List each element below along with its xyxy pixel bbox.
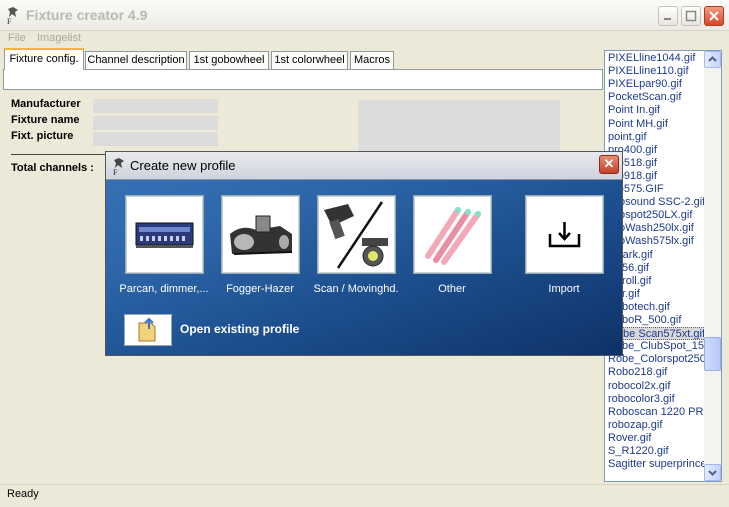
profile-button-fogger[interactable] [221, 195, 300, 274]
import-icon [548, 222, 581, 248]
picture-preview [358, 100, 560, 152]
menu-bar [0, 30, 729, 47]
fixt-picture-field[interactable] [93, 132, 218, 146]
list-item[interactable]: Robo218.gif [608, 366, 706, 379]
close-icon [709, 11, 719, 21]
manufacturer-field[interactable] [93, 99, 218, 113]
dialog-title: Create new profile [130, 158, 236, 173]
profile-button-import[interactable] [525, 195, 604, 274]
list-item[interactable]: point.gif [608, 131, 706, 144]
close-icon: ✕ [603, 156, 615, 171]
scroll-down-button[interactable] [704, 464, 721, 481]
profile-label-other: Other [438, 283, 466, 295]
create-profile-dialog: F Create new profile ✕ Parcan, dimmer,..… [105, 151, 623, 356]
status-bar [0, 484, 729, 507]
scrollbar[interactable] [704, 51, 721, 481]
list-item[interactable]: PIXELline110.gif [608, 65, 706, 78]
tab-channel-description[interactable]: Channel description [85, 51, 187, 69]
minimize-button[interactable] [658, 6, 678, 26]
profile-label-parcan: Parcan, dimmer,... [119, 283, 209, 295]
list-item[interactable]: robocolor3.gif [608, 393, 706, 406]
maximize-icon [685, 10, 697, 22]
minimize-icon [664, 18, 671, 20]
profile-button-other[interactable] [413, 195, 492, 274]
divider [11, 154, 106, 155]
list-item[interactable]: Point MH.gif [608, 118, 706, 131]
tab-fixture-config[interactable]: Fixture config. [4, 48, 84, 70]
scroll-up-button[interactable] [704, 51, 721, 68]
profile-label-fogger: Fogger-Hazer [226, 283, 294, 295]
scroll-thumb[interactable] [704, 337, 721, 371]
tab-gobowheel[interactable]: 1st gobowheel [189, 51, 269, 69]
open-folder-icon [138, 317, 156, 342]
list-item[interactable]: robozap.gif [608, 419, 706, 432]
window-title: Fixture creator 4.9 [26, 7, 148, 23]
dimmer-pack-icon [135, 222, 194, 248]
svg-text:F: F [113, 168, 118, 176]
chevron-down-icon [708, 470, 717, 476]
led-tubes-icon [425, 207, 481, 265]
tab-colorwheel[interactable]: 1st colorwheel [271, 51, 348, 69]
profile-button-parcan[interactable] [125, 195, 204, 274]
profile-label-import: Import [548, 283, 580, 295]
chevron-up-icon [708, 56, 717, 62]
list-item[interactable]: Sagitter superprince. [608, 458, 706, 471]
list-item[interactable]: PocketScan.gif [608, 91, 706, 104]
close-button[interactable] [704, 6, 724, 26]
profile-button-scan[interactable] [317, 195, 396, 274]
list-item[interactable]: robocol2x.gif [608, 380, 706, 393]
list-item[interactable]: Point In.gif [608, 104, 706, 117]
fixture-name-label: Fixture name [11, 114, 80, 126]
app-logo-icon: F [113, 158, 124, 176]
dialog-close-button[interactable]: ✕ [599, 155, 619, 174]
list-item[interactable]: S_R1220.gif [608, 445, 706, 458]
list-item[interactable]: PIXELline1044.gif [608, 52, 706, 65]
tab-macros[interactable]: Macros [350, 51, 394, 69]
list-item[interactable]: Roboscan 1220 PRO [608, 406, 706, 419]
app-logo-icon: F [7, 7, 18, 25]
list-item[interactable]: PIXELpar90.gif [608, 78, 706, 91]
menu-file[interactable]: File [8, 32, 26, 44]
tab-panel [3, 69, 603, 90]
status-text: Ready [7, 488, 39, 500]
fixture-name-field[interactable] [93, 116, 218, 130]
menu-imagelist[interactable]: Imagelist [37, 32, 81, 44]
manufacturer-label: Manufacturer [11, 98, 81, 110]
fixt-picture-label: Fixt. picture [11, 130, 74, 142]
scanner-movinghead-icon [324, 201, 388, 269]
profile-label-scan: Scan / Movinghd. [313, 283, 399, 295]
svg-text:F: F [7, 17, 12, 25]
list-item[interactable]: Rover.gif [608, 432, 706, 445]
fog-machine-icon [230, 215, 293, 255]
maximize-button[interactable] [681, 6, 701, 26]
open-existing-profile-button[interactable] [124, 314, 172, 346]
open-existing-profile-label: Open existing profile [180, 322, 300, 336]
total-channels-label: Total channels : [11, 162, 94, 174]
